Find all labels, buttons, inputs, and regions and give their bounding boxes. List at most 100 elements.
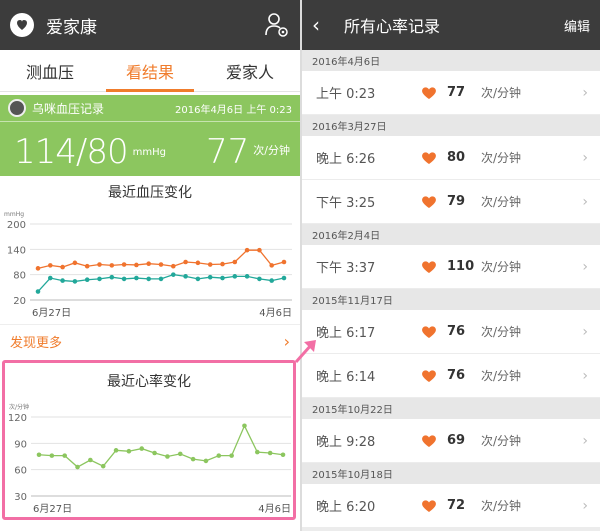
tab-measure[interactable]: 测血压 — [0, 50, 100, 91]
data-point — [190, 456, 196, 462]
record-value: 72 — [447, 498, 466, 513]
chevron-right-icon: › — [582, 367, 588, 384]
data-point — [113, 448, 119, 453]
app-title: 爱家康 — [46, 17, 97, 38]
data-point — [109, 274, 115, 280]
chevron-right-icon: › — [582, 432, 588, 449]
data-point — [229, 453, 234, 458]
x-tick-label: 4月6日 — [259, 307, 292, 319]
hr-chart-svg: 次/分钟 30 60 90 120 6月27日 4月6日 — [8, 403, 291, 515]
record-row[interactable]: 晚上 6:20 72 次/分钟 › — [302, 484, 600, 528]
chevron-right-icon: › — [582, 149, 588, 166]
data-point — [255, 449, 260, 455]
record-time: 上午 0:23 — [316, 87, 376, 102]
data-point — [269, 263, 275, 268]
date-header: 2016年3月27日 — [302, 115, 600, 136]
data-point — [280, 452, 286, 458]
data-point — [35, 266, 41, 271]
back-icon[interactable]: ‹ — [312, 13, 334, 37]
record-row[interactable]: 晚上 6:26 80 次/分钟 › — [302, 136, 600, 180]
record-value: 76 — [447, 324, 466, 339]
chevron-right-icon: › — [582, 193, 588, 210]
data-point — [177, 451, 183, 457]
x-tick-label: 4月6日 — [258, 503, 291, 515]
chart-title: 最近血压变化 — [108, 185, 192, 201]
data-point — [242, 423, 247, 429]
y-tick-label: 120 — [8, 413, 27, 424]
data-point — [134, 275, 139, 281]
y-tick-label: 90 — [14, 439, 27, 450]
record-value: 110 — [447, 259, 475, 274]
record-row[interactable]: 晚上 6:14 76 次/分钟 › — [302, 354, 600, 398]
bp-unit: mmHg — [132, 147, 166, 158]
tab-results[interactable]: 看结果 — [100, 50, 200, 92]
record-row[interactable]: 晚上 6:17 76 次/分钟 › — [302, 310, 600, 354]
series-line — [38, 424, 284, 468]
data-point — [60, 278, 65, 283]
data-point — [35, 289, 41, 294]
y-tick-label: 60 — [14, 466, 27, 477]
heart-rate-trend-chart[interactable]: 最近心率变化 次/分钟 30 60 90 120 6月27日 4月6日 — [2, 360, 296, 520]
latest-bp-card[interactable]: 乌咪血压记录 2016年4月6日 上午 0:23 114/80 mmHg 77 … — [0, 95, 300, 176]
date-header: 2015年11月17日 — [302, 289, 600, 310]
record-row[interactable]: 下午 3:25 79 次/分钟 › — [302, 180, 600, 224]
chevron-right-icon: › — [582, 497, 588, 514]
record-unit: 次/分钟 — [481, 151, 522, 165]
record-time: 下午 3:25 — [316, 196, 376, 211]
record-unit: 次/分钟 — [481, 369, 522, 383]
data-point — [244, 247, 250, 253]
avatar — [8, 99, 26, 117]
record-value: 77 — [447, 85, 466, 100]
data-point — [269, 278, 275, 283]
date-header: 2015年10月18日 — [302, 463, 600, 484]
data-point — [100, 463, 106, 469]
data-point — [84, 263, 90, 269]
data-point — [165, 454, 170, 459]
record-value: 76 — [447, 368, 466, 383]
record-unit: 次/分钟 — [481, 434, 522, 448]
record-unit: 次/分钟 — [481, 86, 522, 100]
heart-icon — [422, 260, 436, 273]
tab-family[interactable]: 爱家人 — [200, 50, 300, 91]
data-point — [171, 263, 176, 269]
data-point — [158, 262, 164, 267]
data-point — [84, 277, 90, 283]
data-point — [195, 276, 201, 282]
record-unit: 次/分钟 — [481, 325, 522, 339]
data-point — [97, 276, 102, 282]
chevron-right-icon: › — [283, 332, 290, 351]
data-point — [126, 448, 132, 454]
y-tick-label: 20 — [13, 296, 26, 307]
chevron-right-icon: › — [582, 323, 588, 340]
record-row[interactable]: 晚上 9:28 69 次/分钟 › — [302, 419, 600, 463]
user-settings-icon[interactable] — [264, 11, 290, 39]
chevron-right-icon: › — [582, 258, 588, 275]
y-tick-label: 200 — [7, 220, 26, 231]
discover-more-label: 发现更多 — [10, 336, 63, 351]
record-time: 晚上 6:17 — [316, 326, 376, 341]
data-point — [281, 275, 287, 281]
data-point — [244, 274, 250, 279]
data-point — [75, 464, 80, 470]
pulse-value: 77 — [206, 132, 250, 172]
record-row[interactable]: 上午 0:23 77 次/分钟 › — [302, 71, 600, 115]
record-value: 69 — [447, 433, 466, 448]
data-point — [257, 247, 262, 253]
y-axis-label: mmHg — [4, 211, 24, 218]
y-tick-label: 80 — [13, 271, 26, 282]
chart-title: 最近心率变化 — [107, 374, 191, 390]
data-point — [171, 272, 176, 277]
data-point — [97, 262, 102, 267]
record-row[interactable]: 下午 3:37 110 次/分钟 › — [302, 245, 600, 289]
bp-trend-chart[interactable]: 最近血压变化 mmHg 20 80 140 200 6月27日 4月6日 — [0, 176, 300, 324]
data-point — [183, 259, 188, 265]
record-unit: 次/分钟 — [481, 195, 522, 209]
heart-icon — [422, 499, 436, 512]
top-bar: ‹ 所有心率记录 编辑 — [302, 0, 600, 50]
data-point — [220, 261, 225, 267]
heart-icon — [422, 86, 436, 99]
app-home-screen: 爱家康 测血压 看结果 爱家人 乌咪血压记录 2016年4月6日 上午 0:23… — [0, 0, 300, 531]
data-point — [207, 274, 213, 280]
data-point — [48, 263, 53, 268]
edit-button[interactable]: 编辑 — [564, 16, 590, 35]
